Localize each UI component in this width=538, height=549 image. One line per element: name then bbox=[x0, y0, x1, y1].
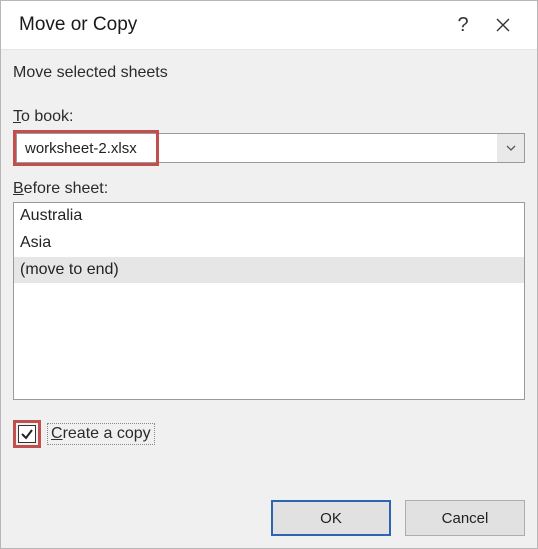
to-book-highlight: worksheet-2.xlsx bbox=[13, 130, 159, 166]
create-copy-highlight bbox=[13, 420, 41, 448]
list-item[interactable]: (move to end) bbox=[14, 257, 524, 284]
list-item[interactable]: Australia bbox=[14, 203, 524, 230]
to-book-combo-mid[interactable] bbox=[159, 133, 497, 163]
to-book-label: To book: bbox=[13, 108, 525, 126]
button-row: OK Cancel bbox=[13, 500, 525, 536]
dialog-title: Move or Copy bbox=[19, 14, 443, 36]
close-icon bbox=[495, 17, 511, 33]
help-button[interactable]: ? bbox=[443, 1, 483, 49]
list-item[interactable]: Asia bbox=[14, 230, 524, 257]
to-book-combo[interactable]: worksheet-2.xlsx bbox=[13, 130, 525, 166]
to-book-dropdown-button[interactable] bbox=[497, 133, 525, 163]
create-copy-label-rest: reate a copy bbox=[63, 425, 151, 442]
check-icon bbox=[20, 427, 34, 441]
to-book-combo-rest bbox=[159, 130, 525, 166]
create-copy-label-accel: C bbox=[51, 425, 63, 442]
create-copy-checkbox[interactable] bbox=[18, 425, 36, 443]
cancel-button[interactable]: Cancel bbox=[405, 500, 525, 536]
before-sheet-listbox[interactable]: Australia Asia (move to end) bbox=[13, 202, 525, 400]
close-button[interactable] bbox=[483, 1, 523, 49]
create-copy-label[interactable]: Create a copy bbox=[47, 423, 155, 445]
chevron-down-icon bbox=[506, 145, 516, 151]
move-or-copy-dialog: Move or Copy ? Move selected sheets To b… bbox=[0, 0, 538, 549]
create-copy-row: Create a copy bbox=[13, 420, 525, 448]
ok-button[interactable]: OK bbox=[271, 500, 391, 536]
titlebar: Move or Copy ? bbox=[1, 1, 537, 49]
to-book-value[interactable]: worksheet-2.xlsx bbox=[16, 133, 156, 163]
dialog-body: Move selected sheets To book: worksheet-… bbox=[1, 49, 537, 548]
instruction-text: Move selected sheets bbox=[13, 64, 525, 82]
before-sheet-label: Before sheet: bbox=[13, 180, 525, 198]
